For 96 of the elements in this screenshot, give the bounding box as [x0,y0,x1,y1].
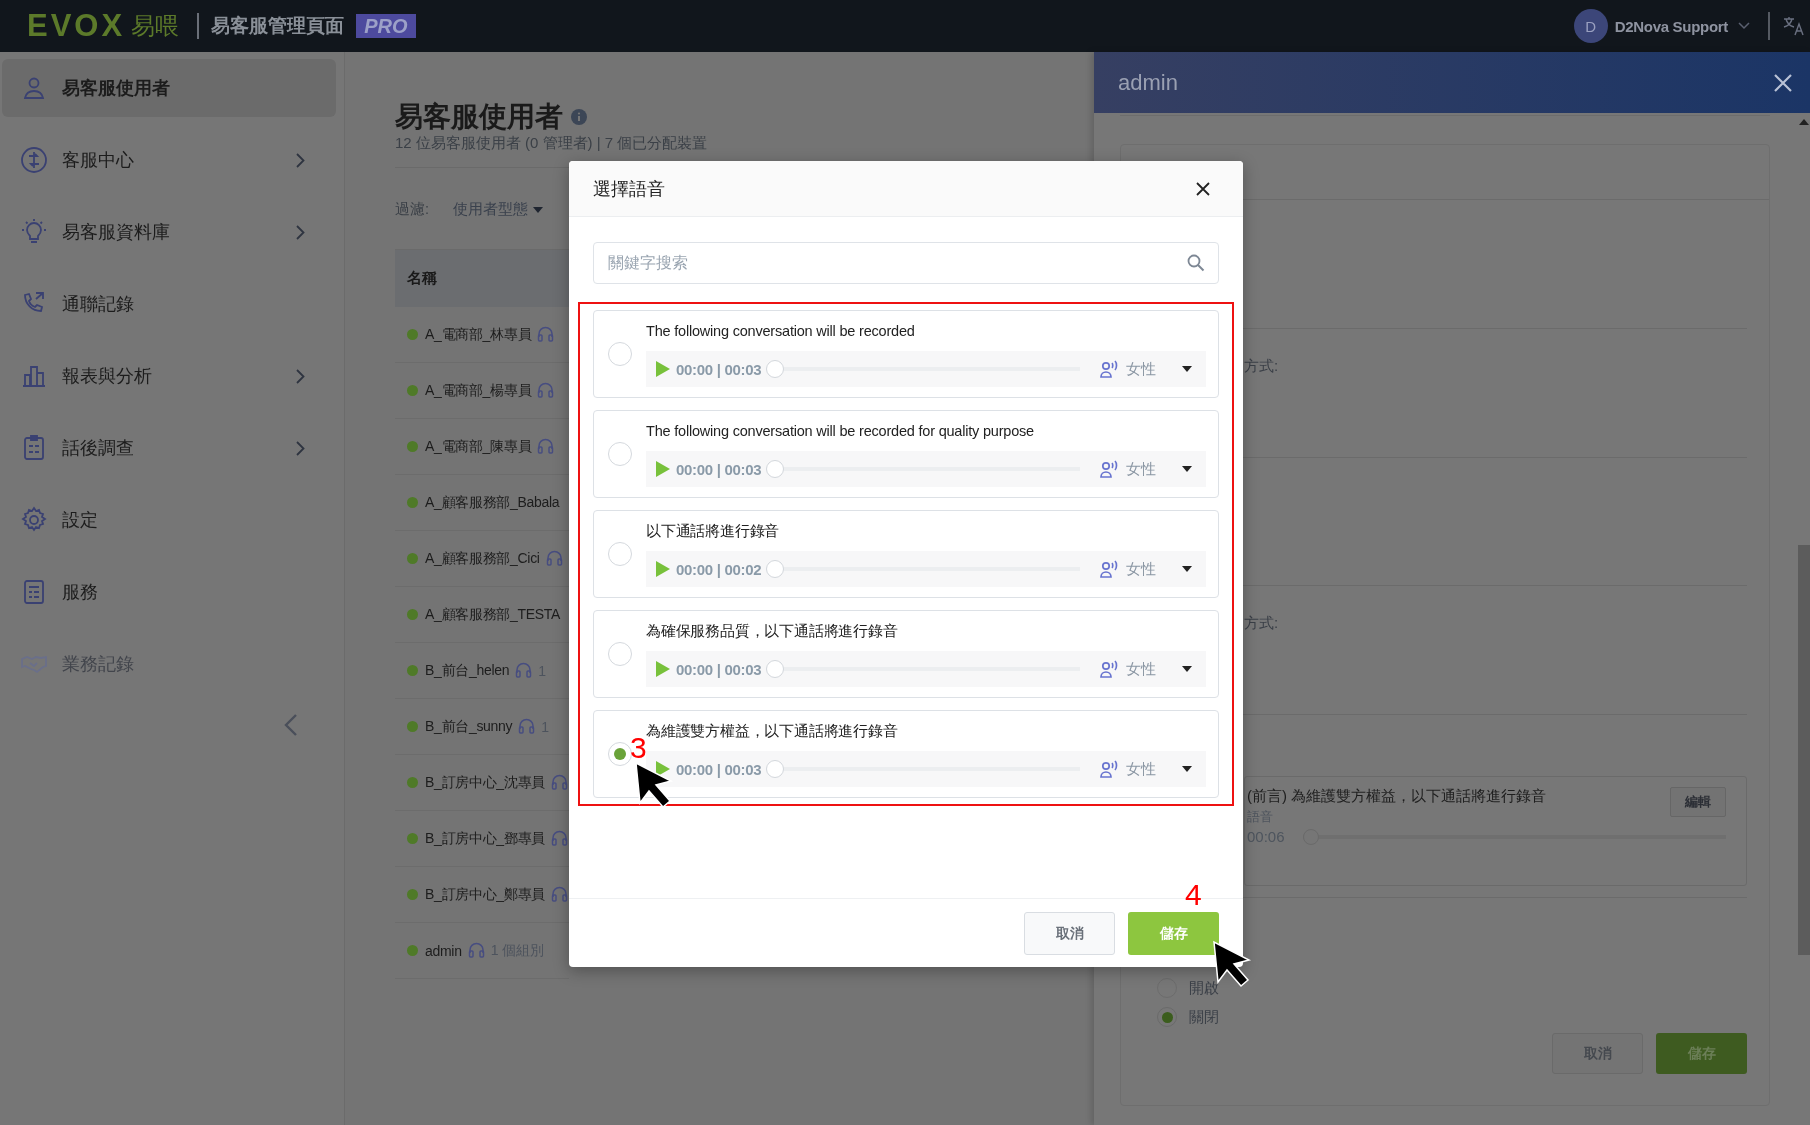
voice-text: 以下通話將進行錄音 [646,522,781,541]
save-button[interactable]: 儲存 [1128,912,1219,955]
sidebar-item[interactable]: 話後調查 [2,419,336,477]
voice-gender[interactable]: 女性 [1126,659,1156,679]
voice-gender[interactable]: 女性 [1126,359,1156,379]
sidebar-item[interactable]: 通聯記錄 [2,275,336,333]
page-title: 易客服使用者 [395,100,563,134]
status-dot [407,721,418,732]
time-display: 00:00 | 00:03 [676,360,762,378]
voice-text: The following conversation will be recorded [646,322,916,341]
time-display: 00:00 | 00:03 [676,760,762,778]
voice-text: 為確保服務品質，以下通話將進行錄音 [646,622,899,641]
voice-card[interactable]: 以下通話將進行錄音 00:00 | 00:02 女性 [593,510,1219,598]
step-number: 4 [1185,880,1202,910]
caret-down-icon[interactable] [1182,666,1192,672]
field-label: 方式: [1244,614,1279,631]
user-name-cell[interactable]: B_前台_sunny [425,717,513,736]
logo-subtext: 易喂 [131,11,180,41]
user-name-cell[interactable]: admin [425,942,462,959]
user-name-cell[interactable]: A_顧客服務部_Cici [425,549,540,568]
user-name-cell[interactable]: A_電商部_楊專員 [425,381,532,400]
status-dot [407,553,418,564]
status-dot [407,833,418,844]
field-label: 方式: [1244,357,1279,374]
voice-text: 為維護雙方權益，以下通話將進行錄音 [646,722,899,741]
circle-arrows-icon [20,146,48,174]
user-name-cell[interactable]: A_電商部_林專員 [425,325,532,344]
panel-title: admin [1118,69,1178,96]
translate-icon[interactable] [1782,15,1804,37]
column-header: 名稱 [407,269,437,288]
status-dot [407,945,418,956]
speaker-person-icon [1100,660,1120,678]
filter-dropdown[interactable]: 使用者型態 [453,200,544,219]
greeting-text: (前言) 為維護雙方權益，以下通話將進行錄音 [1247,787,1547,806]
status-dot [407,497,418,508]
user-name-cell[interactable]: B_訂房中心_沈專員 [425,773,545,792]
step-number: 3 [630,733,647,763]
status-dot [407,889,418,900]
status-dot [407,329,418,340]
caret-down-icon[interactable] [1182,766,1192,772]
sidebar-item[interactable]: 易客服使用者 [2,59,336,117]
status-dot [407,777,418,788]
status-dot [407,441,418,452]
time-display: 00:00 | 00:03 [676,460,762,478]
user-name-cell[interactable]: B_訂房中心_鄭專員 [425,885,545,904]
dialog-title: 選擇語音 [593,177,665,201]
status-dot [407,609,418,620]
sidebar-item[interactable]: 報表與分析 [2,347,336,405]
pro-badge: PRO [356,14,416,38]
gear-icon [20,506,48,534]
filter-label: 過濾: [395,200,430,219]
voice-gender[interactable]: 女性 [1126,459,1156,479]
chevron-down-icon[interactable] [1738,22,1750,30]
option-label: 關閉 [1189,1007,1219,1027]
speaker-person-icon [1100,760,1120,778]
user-avatar[interactable]: D [1573,9,1608,43]
voice-card[interactable]: The following conversation will be recorded for quality purpose 00:00 | 00:03 女性 [593,410,1219,498]
voice-gender[interactable]: 女性 [1126,559,1156,579]
sidebar-item[interactable]: 服務 [2,563,336,621]
caret-down-icon[interactable] [1182,466,1192,472]
user-name[interactable]: D2Nova Support [1614,17,1728,35]
option-label: 開啟 [1189,978,1219,998]
search-icon[interactable] [1187,254,1205,272]
voice-gender[interactable]: 女性 [1126,759,1156,779]
close-icon[interactable] [1196,181,1210,196]
caret-down-icon[interactable] [1182,366,1192,372]
time-display: 00:00 | 00:02 [676,560,762,578]
voice-card[interactable]: 為確保服務品質，以下通話將進行錄音 00:00 | 00:03 女性 [593,610,1219,698]
play-icon[interactable] [656,761,670,777]
user-name-cell[interactable]: A_顧客服務部_TESTA [425,605,561,624]
caret-down-icon[interactable] [1182,566,1192,572]
user-name-cell[interactable]: A_電商部_陳專員 [425,437,532,456]
user-name-cell[interactable]: B_訂房中心_鄧專員 [425,829,545,848]
scroll-up-icon[interactable] [1799,119,1809,125]
cancel-button[interactable]: 取消 [1024,912,1115,955]
logo-text: EVOX [27,8,126,44]
speaker-person-icon [1100,560,1120,578]
sidebar-item[interactable]: 易客服資料庫 [2,203,336,261]
voice-text: The following conversation will be recorded for quality purpose [646,422,1035,441]
lightbulb-icon [20,218,48,246]
sidebar-item[interactable]: 客服中心 [2,131,336,189]
edit-button[interactable]: 編輯 [1670,787,1726,817]
speaker-person-icon [1100,360,1120,378]
time-display: 00:00 | 00:03 [676,660,762,678]
voice-card[interactable]: The following conversation will be recorded 00:00 | 00:03 女性 [593,310,1219,398]
status-dot [407,385,418,396]
status-dot [407,665,418,676]
user-name-cell[interactable]: A_顧客服務部_Babala [425,493,560,512]
user-name-cell[interactable]: B_前台_helen [425,661,510,680]
info-icon[interactable] [571,109,587,125]
sidebar-item[interactable]: 設定 [2,491,336,549]
speaker-person-icon [1100,460,1120,478]
search-field[interactable]: 關鍵字搜索 [593,242,1219,284]
scrollbar[interactable] [1798,545,1810,955]
app-title: 易客服管理頁面 [211,14,345,38]
collapse-icon[interactable] [284,713,298,737]
